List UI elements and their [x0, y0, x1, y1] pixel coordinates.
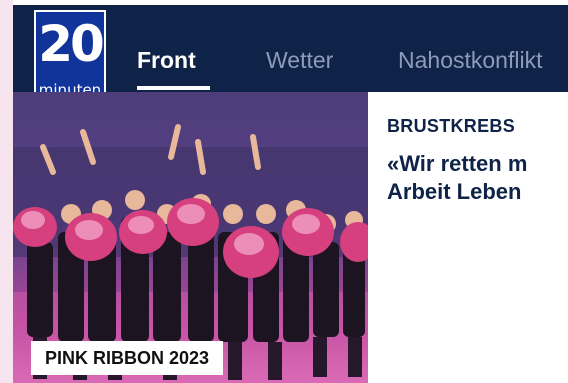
nav-item-wetter[interactable]: Wetter: [266, 47, 333, 73]
teaser-image[interactable]: PINK RIBBON 2023: [13, 92, 368, 383]
image-caption-badge: PINK RIBBON 2023: [31, 341, 224, 375]
stage-photo-illustration: [13, 124, 368, 383]
headline-line-2: Arbeit Leben: [387, 179, 522, 204]
nav-item-front[interactable]: Front: [137, 47, 196, 73]
active-tab-indicator: [137, 86, 210, 90]
logo-number: 20: [38, 15, 105, 73]
nav-item-nahostkonflikt[interactable]: Nahostkonflikt: [398, 47, 542, 73]
article-headline[interactable]: «Wir retten m Arbeit Leben: [387, 150, 568, 206]
article-kicker[interactable]: BRUSTKREBS: [387, 116, 515, 137]
page-frame: Front Wetter Nahostkonflikt 20 minuten P…: [13, 0, 568, 383]
headline-line-1: «Wir retten m: [387, 151, 528, 176]
